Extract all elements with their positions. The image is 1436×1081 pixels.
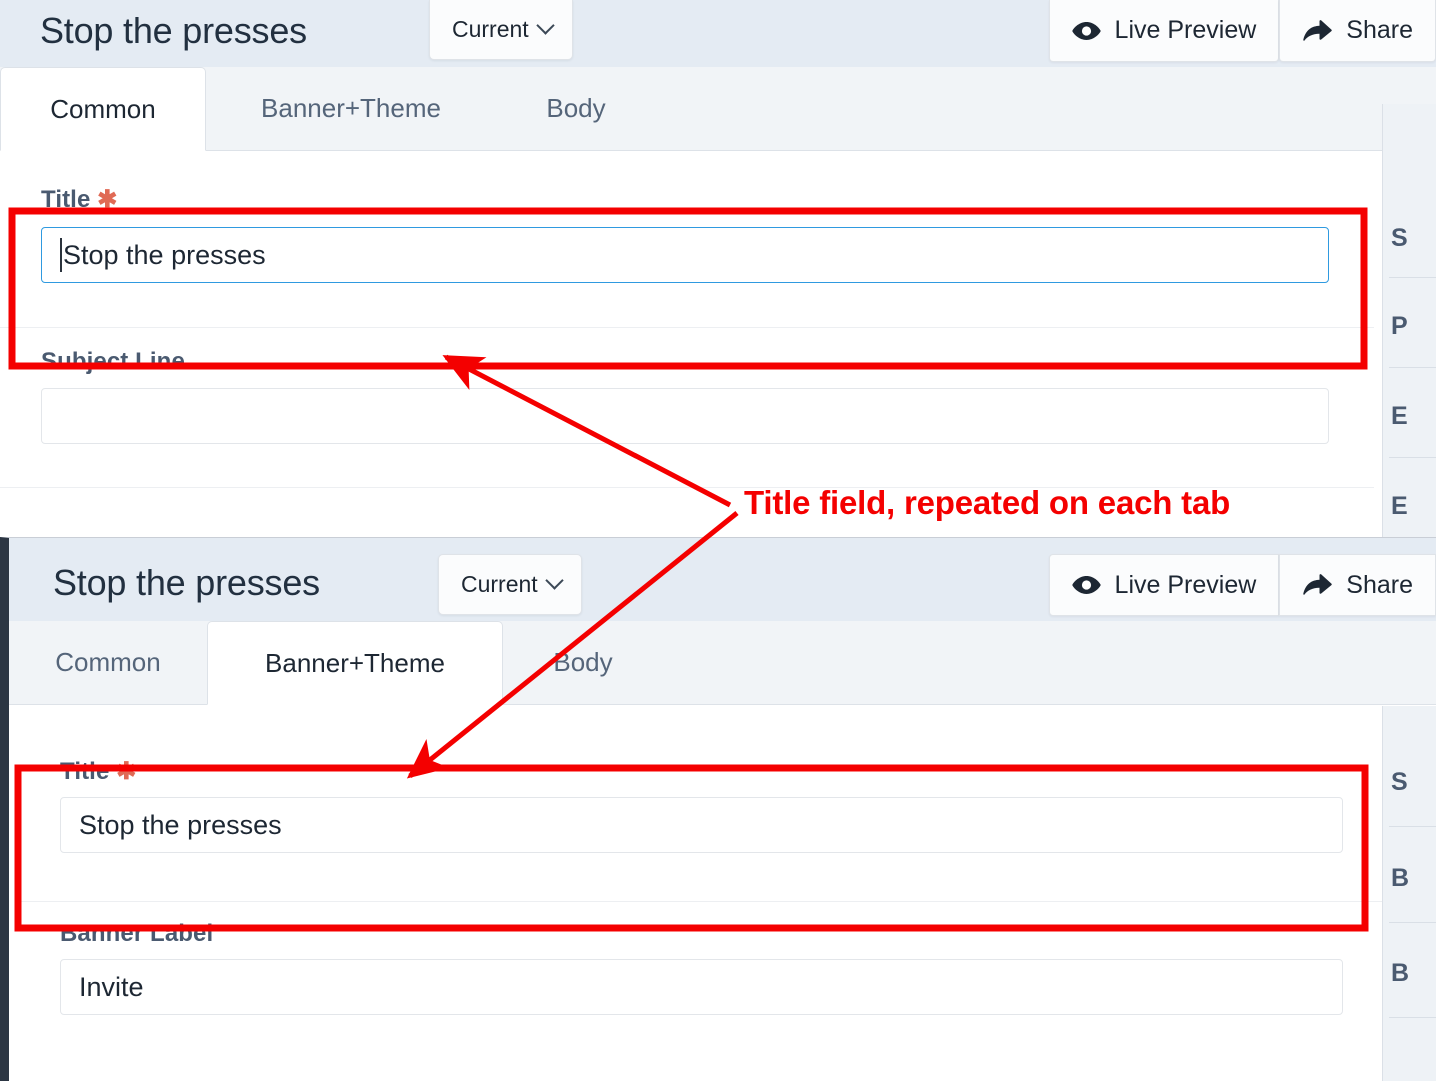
rail-divider <box>1389 277 1436 278</box>
share-button[interactable]: Share <box>1279 554 1436 616</box>
share-button[interactable]: Share <box>1279 0 1436 62</box>
text-caret <box>60 238 62 272</box>
header-actions: Live Preview Share <box>1048 0 1436 62</box>
rail-divider <box>1389 922 1436 923</box>
field-title-label-text: Title <box>41 186 91 213</box>
tab-common-label: Common <box>55 647 161 677</box>
share-label: Share <box>1346 16 1413 44</box>
screenshot-panel-common: Stop the presses Current Live Preview Sh… <box>0 0 1436 537</box>
subject-line-input[interactable] <box>41 388 1329 444</box>
app-header-bar: Stop the presses Current Live Preview Sh… <box>9 538 1436 621</box>
page-title: Stop the presses <box>53 562 320 603</box>
title-input[interactable]: Stop the presses <box>41 227 1329 283</box>
required-indicator: ✱ <box>97 186 118 213</box>
right-rail-banner-theme: S B B <box>1382 706 1436 1081</box>
tab-banner-theme[interactable]: Banner+Theme <box>206 67 496 150</box>
form-area-banner-theme: Title ✱ Stop the presses Banner Label In… <box>9 705 1436 1081</box>
field-banner-label-label-text: Banner Label <box>60 920 214 947</box>
share-label: Share <box>1346 570 1413 599</box>
share-arrow-icon <box>1302 574 1333 596</box>
form-area-common: Title ✱ Stop the presses Subject Line <box>0 151 1436 537</box>
header-actions: Live Preview Share <box>1048 554 1436 616</box>
version-selector[interactable]: Current <box>438 554 582 615</box>
field-subject-line-label-text: Subject Line <box>41 348 185 375</box>
eye-icon <box>1071 575 1101 595</box>
tab-common[interactable]: Common <box>9 621 207 704</box>
field-divider <box>0 327 1374 328</box>
chevron-down-icon <box>545 571 564 590</box>
live-preview-label: Live Preview <box>1114 16 1257 44</box>
version-selector[interactable]: Current <box>429 0 573 60</box>
title-input-value: Stop the presses <box>63 239 266 270</box>
tab-strip-banner-theme: Common Banner+Theme Body <box>9 621 1436 705</box>
screenshot-panel-banner-theme: Stop the presses Current Live Preview Sh… <box>0 537 1436 1081</box>
eye-icon <box>1071 21 1101 41</box>
tab-banner-theme[interactable]: Banner+Theme <box>207 621 503 705</box>
tab-body[interactable]: Body <box>496 67 656 150</box>
live-preview-button[interactable]: Live Preview <box>1048 554 1280 616</box>
tab-common[interactable]: Common <box>0 67 206 151</box>
rail-item[interactable]: B <box>1391 959 1409 988</box>
banner-label-input[interactable]: Invite <box>60 959 1343 1015</box>
tab-banner-theme-label: Banner+Theme <box>261 93 441 123</box>
rail-item[interactable]: S <box>1391 224 1408 253</box>
chevron-down-icon <box>536 16 555 35</box>
tab-body-label: Body <box>546 93 606 123</box>
rail-item[interactable]: B <box>1391 864 1409 893</box>
rail-item[interactable]: E <box>1391 492 1408 521</box>
page-title: Stop the presses <box>40 10 307 51</box>
tab-body-label: Body <box>553 647 613 677</box>
callout-text: Title field, repeated on each tab <box>744 484 1231 521</box>
field-subject-line-label: Subject Line <box>41 348 185 376</box>
required-indicator: ✱ <box>116 758 137 785</box>
rail-item[interactable]: E <box>1391 402 1408 431</box>
tab-common-label: Common <box>50 93 156 124</box>
screenshot-root: Stop the presses Current Live Preview Sh… <box>0 0 1436 1081</box>
field-divider <box>18 901 1383 902</box>
field-title-label: Title ✱ <box>41 185 117 214</box>
rail-item[interactable]: S <box>1391 768 1408 797</box>
rail-item[interactable]: P <box>1391 312 1408 341</box>
rail-divider <box>1389 1017 1436 1018</box>
field-title-label-text: Title <box>60 758 110 785</box>
live-preview-button[interactable]: Live Preview <box>1048 0 1280 62</box>
version-selector-label: Current <box>452 16 529 42</box>
right-rail-common: S P E E <box>1382 104 1436 537</box>
title-input[interactable]: Stop the presses <box>60 797 1343 853</box>
field-banner-label-label: Banner Label <box>60 920 213 948</box>
app-header-bar: Stop the presses Current Live Preview Sh… <box>0 0 1436 67</box>
title-input-value: Stop the presses <box>79 809 282 840</box>
rail-divider <box>1389 826 1436 827</box>
rail-divider <box>1389 457 1436 458</box>
version-selector-label: Current <box>461 571 538 597</box>
tab-body[interactable]: Body <box>503 621 663 704</box>
rail-divider <box>1389 367 1436 368</box>
tab-banner-theme-label: Banner+Theme <box>265 647 445 678</box>
share-arrow-icon <box>1302 19 1333 42</box>
field-title-label: Title ✱ <box>60 757 136 786</box>
banner-label-input-value: Invite <box>79 971 144 1002</box>
tab-strip-common: Common Banner+Theme Body <box>0 67 1436 151</box>
live-preview-label: Live Preview <box>1114 570 1257 599</box>
